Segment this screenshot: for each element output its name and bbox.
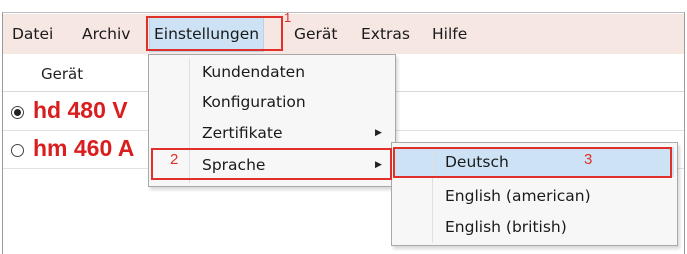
radio-button[interactable] [11, 144, 24, 157]
triangle-right-icon: ▶ [375, 128, 382, 138]
device-name: hm 460 A [33, 135, 135, 161]
menu-archiv[interactable]: Archiv [82, 14, 130, 54]
menubar: Datei Archiv Einstellungen Gerät Extras … [3, 14, 684, 54]
menu-item-konfiguration[interactable]: Konfiguration [202, 93, 306, 111]
annotation-step-3: 3 [584, 151, 593, 168]
device-name: hd 480 V [33, 97, 128, 123]
annotation-step-2: 2 [170, 151, 179, 168]
annotation-box-sprache [151, 148, 392, 180]
menu-extras[interactable]: Extras [361, 14, 410, 54]
menu-geraet[interactable]: Gerät [294, 14, 338, 54]
language-item-english-american[interactable]: English (american) [445, 187, 591, 205]
language-item-english-british[interactable]: English (british) [445, 218, 567, 236]
annotation-box-deutsch [393, 147, 672, 178]
menu-item-kundendaten[interactable]: Kundendaten [202, 63, 305, 81]
annotation-step-1: 1 [284, 10, 292, 25]
menu-datei[interactable]: Datei [12, 14, 53, 54]
column-header-label: Gerät [41, 65, 84, 83]
radio-button-selected[interactable] [11, 106, 24, 119]
menu-item-zertifikate[interactable]: Zertifikate [202, 124, 283, 142]
annotation-box-einstellungen [146, 16, 283, 51]
menu-hilfe[interactable]: Hilfe [432, 14, 467, 54]
